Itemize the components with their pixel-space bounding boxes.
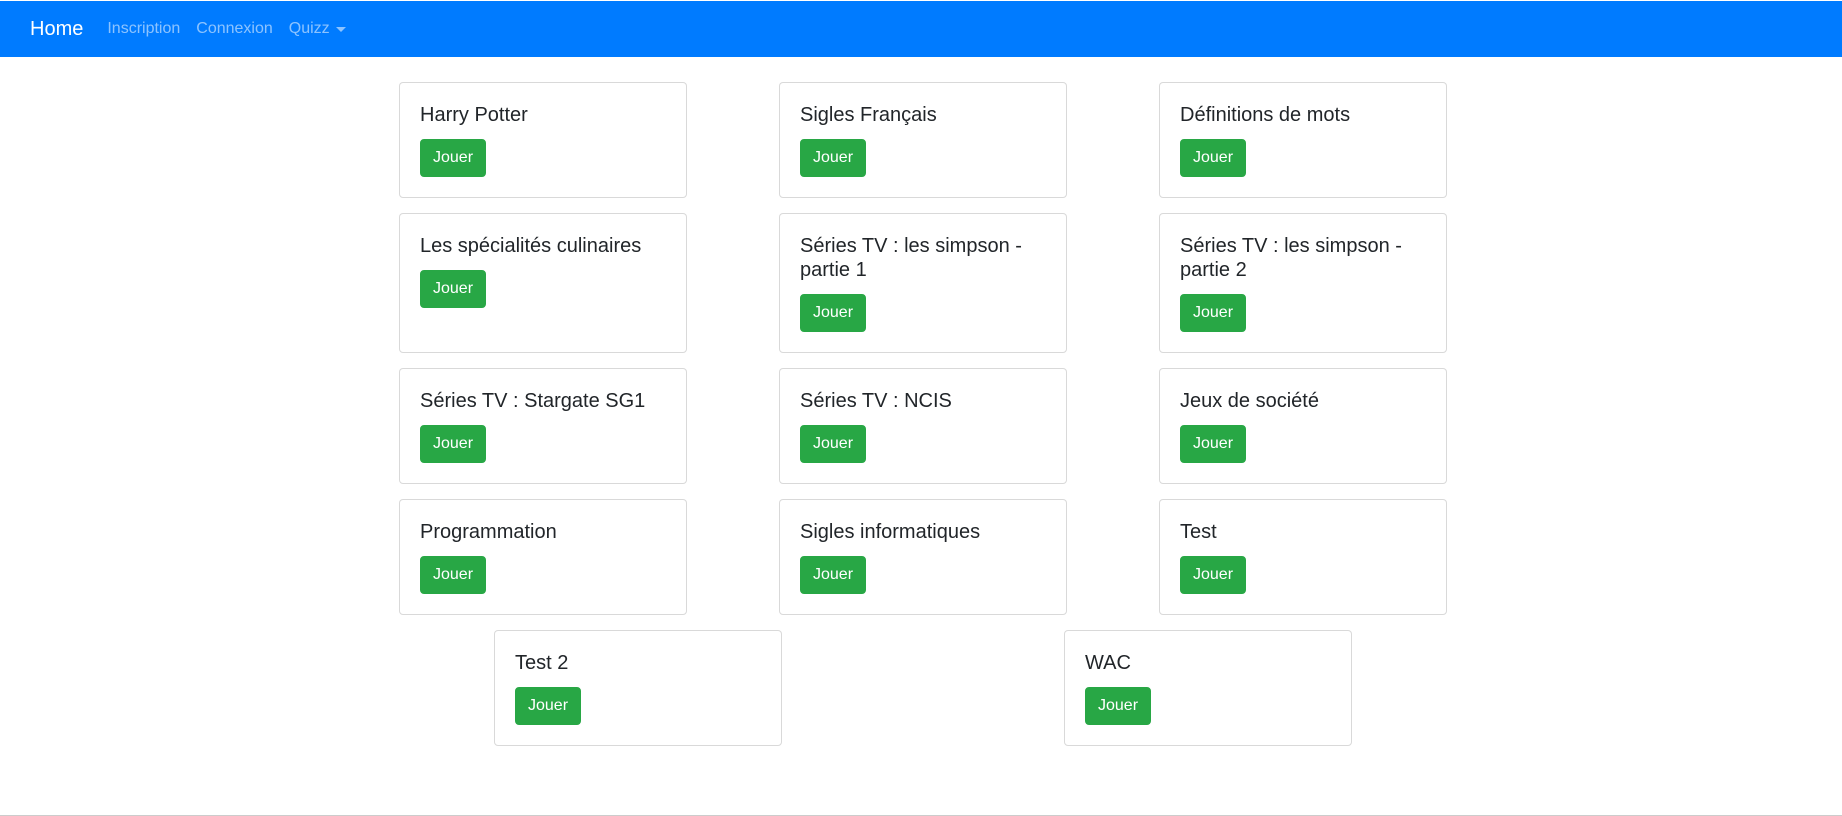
top-navbar: Home Inscription Connexion Quizz bbox=[0, 1, 1842, 57]
play-button[interactable]: Jouer bbox=[420, 270, 487, 308]
quiz-card-ncis: Séries TV : NCIS Jouer bbox=[779, 368, 1067, 484]
connexion-link[interactable]: Connexion bbox=[196, 20, 273, 38]
quiz-card-title: Harry Potter bbox=[420, 104, 528, 126]
quiz-card-sigles-francais: Sigles Français Jouer bbox=[779, 82, 1067, 198]
quiz-card-jeux-societe: Jeux de société Jouer bbox=[1159, 368, 1447, 484]
quiz-card-simpson-1: Séries TV : les simpson - partie 1 Jouer bbox=[779, 213, 1067, 353]
quiz-card-title: Séries TV : NCIS bbox=[800, 390, 952, 412]
quiz-card-test: Test Jouer bbox=[1159, 499, 1447, 615]
quiz-card-programmation: Programmation Jouer bbox=[399, 499, 687, 615]
caret-down-icon bbox=[335, 26, 346, 32]
play-button[interactable]: Jouer bbox=[1180, 556, 1247, 594]
quiz-card-title: Sigles Français bbox=[800, 104, 937, 126]
quiz-card-title: Test 2 bbox=[515, 652, 569, 674]
quiz-card-title: Test bbox=[1180, 521, 1217, 543]
quiz-card-title: Jeux de société bbox=[1180, 390, 1319, 412]
quiz-card-title: Sigles informatiques bbox=[800, 521, 981, 543]
quiz-card-specialites: Les spécialités culinaires Jouer bbox=[399, 213, 687, 353]
quiz-card-title: Séries TV : Stargate SG1 bbox=[420, 390, 646, 412]
quiz-card-stargate: Séries TV : Stargate SG1 Jouer bbox=[399, 368, 687, 484]
home-link[interactable]: Home bbox=[30, 18, 83, 41]
quiz-card-title: Séries TV : les simpson - partie 1 bbox=[800, 235, 1022, 281]
play-button[interactable]: Jouer bbox=[420, 139, 487, 177]
quiz-card-definitions: Définitions de mots Jouer bbox=[1159, 82, 1447, 198]
play-button[interactable]: Jouer bbox=[800, 139, 867, 177]
play-button[interactable]: Jouer bbox=[420, 425, 487, 463]
play-button[interactable]: Jouer bbox=[1180, 294, 1247, 332]
quiz-card-title: Programmation bbox=[420, 521, 557, 543]
quiz-card-test-2: Test 2 Jouer bbox=[494, 630, 782, 746]
quiz-card-simpson-2: Séries TV : les simpson - partie 2 Jouer bbox=[1159, 213, 1447, 353]
play-button[interactable]: Jouer bbox=[1180, 139, 1247, 177]
play-button[interactable]: Jouer bbox=[800, 556, 867, 594]
play-button[interactable]: Jouer bbox=[1085, 687, 1152, 725]
quiz-card-sigles-informatiques: Sigles informatiques Jouer bbox=[779, 499, 1067, 615]
quiz-card-wac: WAC Jouer bbox=[1064, 630, 1352, 746]
play-button[interactable]: Jouer bbox=[420, 556, 487, 594]
play-button[interactable]: Jouer bbox=[800, 425, 867, 463]
quizz-dropdown[interactable]: Quizz bbox=[289, 20, 346, 38]
inscription-link[interactable]: Inscription bbox=[107, 20, 180, 38]
quiz-card-title: WAC bbox=[1085, 652, 1131, 674]
quiz-card-title: Séries TV : les simpson - partie 2 bbox=[1180, 235, 1402, 281]
play-button[interactable]: Jouer bbox=[800, 294, 867, 332]
quiz-card-harry-potter: Harry Potter Jouer bbox=[399, 82, 687, 198]
play-button[interactable]: Jouer bbox=[515, 687, 582, 725]
quizz-dropdown-label: Quizz bbox=[288, 20, 330, 37]
quiz-card-title: Définitions de mots bbox=[1180, 104, 1351, 126]
quiz-card-title: Les spécialités culinaires bbox=[420, 235, 642, 257]
play-button[interactable]: Jouer bbox=[1180, 425, 1247, 463]
